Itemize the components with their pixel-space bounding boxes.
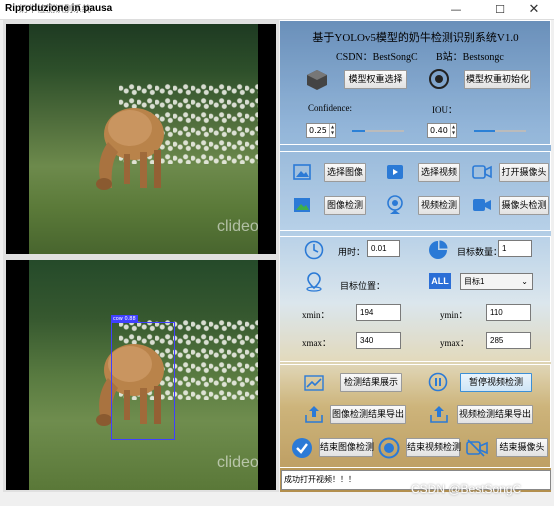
all-icon: ALL <box>429 273 451 289</box>
slider-track <box>365 130 404 132</box>
iou-label: IOU： <box>432 105 457 115</box>
init-weights-button[interactable]: 模型权重初始化 <box>464 70 531 89</box>
end-image-detect-button[interactable]: 结束图像检测 <box>319 438 374 457</box>
export-video-button[interactable]: 视频检测结果导出 <box>457 405 533 424</box>
iou-spinbox[interactable]: 0.40 ▲ ▼ <box>427 123 457 138</box>
status-message: 成功打开视频！！！ <box>284 475 356 484</box>
xmax-label: xmax： <box>302 338 331 348</box>
confidence-label: Confidence: <box>308 103 352 113</box>
detection-video-view: cow 0.88 clideo.com <box>6 260 276 490</box>
ymax-label: ymax： <box>440 338 469 348</box>
playback-overlay-text: Riproduzione in pausa <box>5 3 113 14</box>
iou-slider[interactable] <box>474 125 526 137</box>
video-frame: cow 0.88 clideo.com <box>29 260 258 490</box>
image-icon <box>293 164 311 180</box>
chevron-down-icon: ⌄ <box>521 277 528 286</box>
video-watermark: clideo.com <box>217 454 258 471</box>
video-file-icon <box>387 165 403 179</box>
xmin-field[interactable]: 194 <box>356 304 401 321</box>
pause-video-button[interactable]: 暂停视频检测 <box>460 373 532 392</box>
ymin-field[interactable]: 110 <box>486 304 531 321</box>
app-heading: 基于YOLOv5模型的奶牛检测识别系统V1.0 <box>312 32 519 44</box>
select-video-button[interactable]: 选择视频 <box>418 163 460 182</box>
video-panel: clideo.com cow 0.88 clideo.com <box>3 20 279 492</box>
select-weights-button[interactable]: 模型权重选择 <box>344 70 407 89</box>
spin-arrows-icon[interactable]: ▲ ▼ <box>329 124 335 137</box>
gear-icon <box>429 69 449 89</box>
camera-detect-icon <box>473 199 491 211</box>
input-section: 选择图像 选择视频 打开摄像头 图像检测 视频检测 摄像头检测 <box>280 151 551 231</box>
location-pin-icon <box>306 272 322 292</box>
csdn-label: CSDN：BestSongC <box>336 52 418 63</box>
bilibili-label: B站：Bestsongc <box>436 52 504 63</box>
video-watermark: clideo.com <box>217 218 258 235</box>
camera-detect-button[interactable]: 摄像头检测 <box>499 196 549 215</box>
confidence-slider[interactable] <box>352 125 404 137</box>
target-select-value: 目标1 <box>464 277 485 286</box>
video-frame: clideo.com <box>29 24 258 254</box>
xmax-field[interactable]: 340 <box>356 332 401 349</box>
detection-box: cow 0.88 <box>111 315 175 440</box>
results-section: 用时： 0.01 目标数量： 1 目标位置： ALL 目标1 ⌄ xmin： 1… <box>280 236 551 362</box>
model-section: 基于YOLOv5模型的奶牛检测识别系统V1.0 CSDN：BestSongC B… <box>280 20 551 145</box>
original-video-view: clideo.com <box>6 24 276 254</box>
ymin-label: ymin： <box>440 310 468 320</box>
video-detect-button[interactable]: 视频检测 <box>418 196 460 215</box>
footer-watermark: CSDN @BestSongC <box>411 482 522 496</box>
stop-circle-icon <box>378 437 400 459</box>
count-label: 目标数量： <box>457 247 503 257</box>
target-select[interactable]: 目标1 ⌄ <box>460 273 533 290</box>
image-detect-button[interactable]: 图像检测 <box>324 196 366 215</box>
cube-icon <box>307 70 327 90</box>
close-button[interactable]: ✕ <box>512 0 554 20</box>
select-image-button[interactable]: 选择图像 <box>324 163 366 182</box>
open-camera-button[interactable]: 打开摄像头 <box>499 163 549 182</box>
end-camera-button[interactable]: 结束摄像头 <box>496 438 548 457</box>
confidence-spinbox[interactable]: 0.25 ▲ ▼ <box>306 123 336 138</box>
title-bar: 奶牛检测识别系统 Riproduzione in pausa — ☐ ✕ <box>0 0 554 20</box>
check-circle-icon <box>292 438 312 458</box>
minimize-button[interactable]: — <box>434 0 478 20</box>
detection-label: cow 0.88 <box>111 315 138 323</box>
time-field[interactable]: 0.01 <box>367 240 400 257</box>
slider-fill <box>474 130 495 132</box>
iou-value: 0.40 <box>430 126 448 135</box>
pie-chart-icon <box>429 240 448 259</box>
image-detect-icon <box>294 198 310 212</box>
actions-section: 检测结果展示 暂停视频检测 图像检测结果导出 视频检测结果导出 结束图像检测 结… <box>280 364 551 468</box>
pause-icon <box>428 372 448 392</box>
end-video-detect-button[interactable]: 结束视频检测 <box>406 438 461 457</box>
ymax-field[interactable]: 285 <box>486 332 531 349</box>
spin-arrows-icon[interactable]: ▲ ▼ <box>450 124 456 137</box>
slider-fill <box>352 130 365 132</box>
confidence-value: 0.25 <box>309 126 327 135</box>
app-window: 奶牛检测识别系统 Riproduzione in pausa — ☐ ✕ cli… <box>0 0 554 506</box>
show-results-button[interactable]: 检测结果展示 <box>340 373 402 392</box>
slider-track <box>495 130 526 132</box>
line-chart-icon <box>304 375 324 391</box>
camera-off-icon <box>466 439 488 457</box>
camera-icon <box>472 165 492 179</box>
count-field[interactable]: 1 <box>498 240 532 257</box>
time-label: 用时： <box>338 247 366 257</box>
control-panel: 基于YOLOv5模型的奶牛检测识别系统V1.0 CSDN：BestSongC B… <box>280 20 551 492</box>
webcam-icon <box>387 195 403 214</box>
clock-icon <box>304 240 324 260</box>
upload-icon <box>305 406 323 423</box>
position-label: 目标位置： <box>340 281 386 291</box>
export-image-button[interactable]: 图像检测结果导出 <box>330 405 406 424</box>
upload-icon <box>430 406 448 423</box>
xmin-label: xmin： <box>302 310 330 320</box>
cow-image <box>96 108 164 190</box>
